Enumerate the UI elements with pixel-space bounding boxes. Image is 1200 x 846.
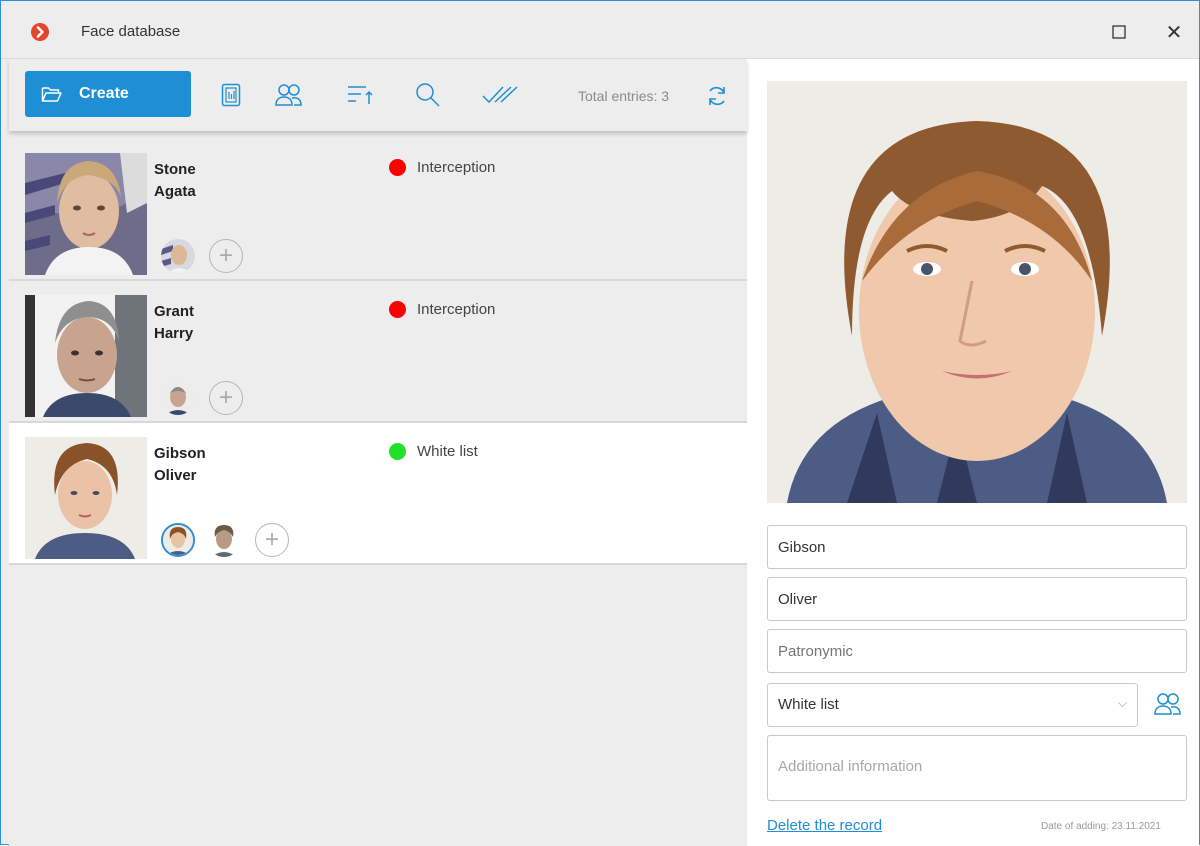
maximize-button[interactable] xyxy=(1106,19,1132,45)
additional-info-placeholder: Additional information xyxy=(778,758,923,775)
plus-icon: + xyxy=(264,526,279,553)
record-surname: Gibson xyxy=(154,445,206,462)
refresh-button[interactable] xyxy=(704,83,730,109)
total-entries: Total entries: 3 xyxy=(578,88,670,104)
status-label: Interception xyxy=(417,301,496,318)
face-sample-thumbnail[interactable] xyxy=(161,239,195,273)
records-pane: Create Total entries: 3 Stone Agata Inte… xyxy=(9,59,747,846)
record-first-name: Harry xyxy=(154,325,194,342)
face-thumbnail xyxy=(25,153,147,275)
groups-icon xyxy=(275,84,302,106)
app-logo-icon xyxy=(31,23,49,41)
plus-icon: + xyxy=(218,384,233,411)
face-database-window: Face database ✕ Create Total entries: 3 … xyxy=(0,0,1200,846)
list-select[interactable]: White list ⌵ xyxy=(767,683,1138,727)
title-bar: Face database ✕ xyxy=(1,1,1199,59)
surname-field[interactable] xyxy=(767,525,1187,569)
toolbar: Create Total entries: 3 xyxy=(9,59,747,131)
status-dot-icon xyxy=(389,443,406,460)
face-sample-thumbnail[interactable] xyxy=(207,523,241,557)
search-button[interactable] xyxy=(413,81,443,109)
sort-icon xyxy=(348,86,373,104)
status-dot-icon xyxy=(389,159,406,176)
window-title: Face database xyxy=(81,23,181,40)
check-all-icon xyxy=(482,86,518,104)
maximize-icon xyxy=(1112,25,1126,39)
face-thumbnail xyxy=(25,437,147,559)
record-name: Stone Agata xyxy=(154,159,196,203)
refresh-icon xyxy=(709,86,725,106)
records-list: Stone Agata Interception + Grant Harry I… xyxy=(9,139,747,565)
record-status: Interception xyxy=(389,159,495,176)
record-name: Gibson Oliver xyxy=(154,443,206,487)
record-first-name: Agata xyxy=(154,183,196,200)
close-icon: ✕ xyxy=(1165,21,1183,44)
status-label: Interception xyxy=(417,159,496,176)
first-name-field[interactable] xyxy=(767,577,1187,621)
plus-icon: + xyxy=(218,242,233,269)
status-dot-icon xyxy=(389,301,406,318)
record-surname: Grant xyxy=(154,303,195,320)
face-thumbnail xyxy=(25,295,147,417)
record-name: Grant Harry xyxy=(154,301,194,345)
face-sample-thumbnail[interactable] xyxy=(161,381,195,415)
add-face-button[interactable]: + xyxy=(255,523,289,557)
report-icon xyxy=(221,83,241,107)
date-of-adding: Date of adding: 23.11.2021 xyxy=(1041,821,1161,832)
close-button[interactable]: ✕ xyxy=(1161,19,1187,45)
chevron-down-icon: ⌵ xyxy=(1117,696,1127,710)
groups-select-button[interactable] xyxy=(1151,687,1185,721)
check-all-button[interactable] xyxy=(479,81,523,109)
record-status: White list xyxy=(389,443,478,460)
additional-info-field[interactable]: Additional information xyxy=(767,735,1187,801)
groups-button[interactable] xyxy=(274,81,304,109)
folder-open-icon xyxy=(41,87,62,102)
record-surname: Stone xyxy=(154,161,196,178)
add-face-button[interactable]: + xyxy=(209,239,243,273)
add-face-button[interactable]: + xyxy=(209,381,243,415)
face-photo xyxy=(767,81,1187,503)
create-button[interactable]: Create xyxy=(25,71,191,117)
record-row[interactable]: Stone Agata Interception + xyxy=(9,139,747,281)
record-status: Interception xyxy=(389,301,495,318)
status-label: White list xyxy=(417,443,478,460)
record-first-name: Oliver xyxy=(154,467,197,484)
delete-record-link[interactable]: Delete the record xyxy=(767,817,882,834)
create-label: Create xyxy=(79,85,129,102)
record-row[interactable]: Grant Harry Interception + xyxy=(9,281,747,423)
face-sample-thumbnail-selected[interactable] xyxy=(161,523,195,557)
sort-button[interactable] xyxy=(345,81,375,109)
list-select-value: White list xyxy=(778,696,839,713)
record-details-pane: White list ⌵ Additional information Dele… xyxy=(747,59,1199,846)
groups-icon xyxy=(1154,693,1181,715)
report-button[interactable] xyxy=(216,81,246,109)
record-row-selected[interactable]: Gibson Oliver White list + xyxy=(9,423,747,565)
patronymic-field[interactable] xyxy=(767,629,1187,673)
search-icon xyxy=(416,83,440,107)
